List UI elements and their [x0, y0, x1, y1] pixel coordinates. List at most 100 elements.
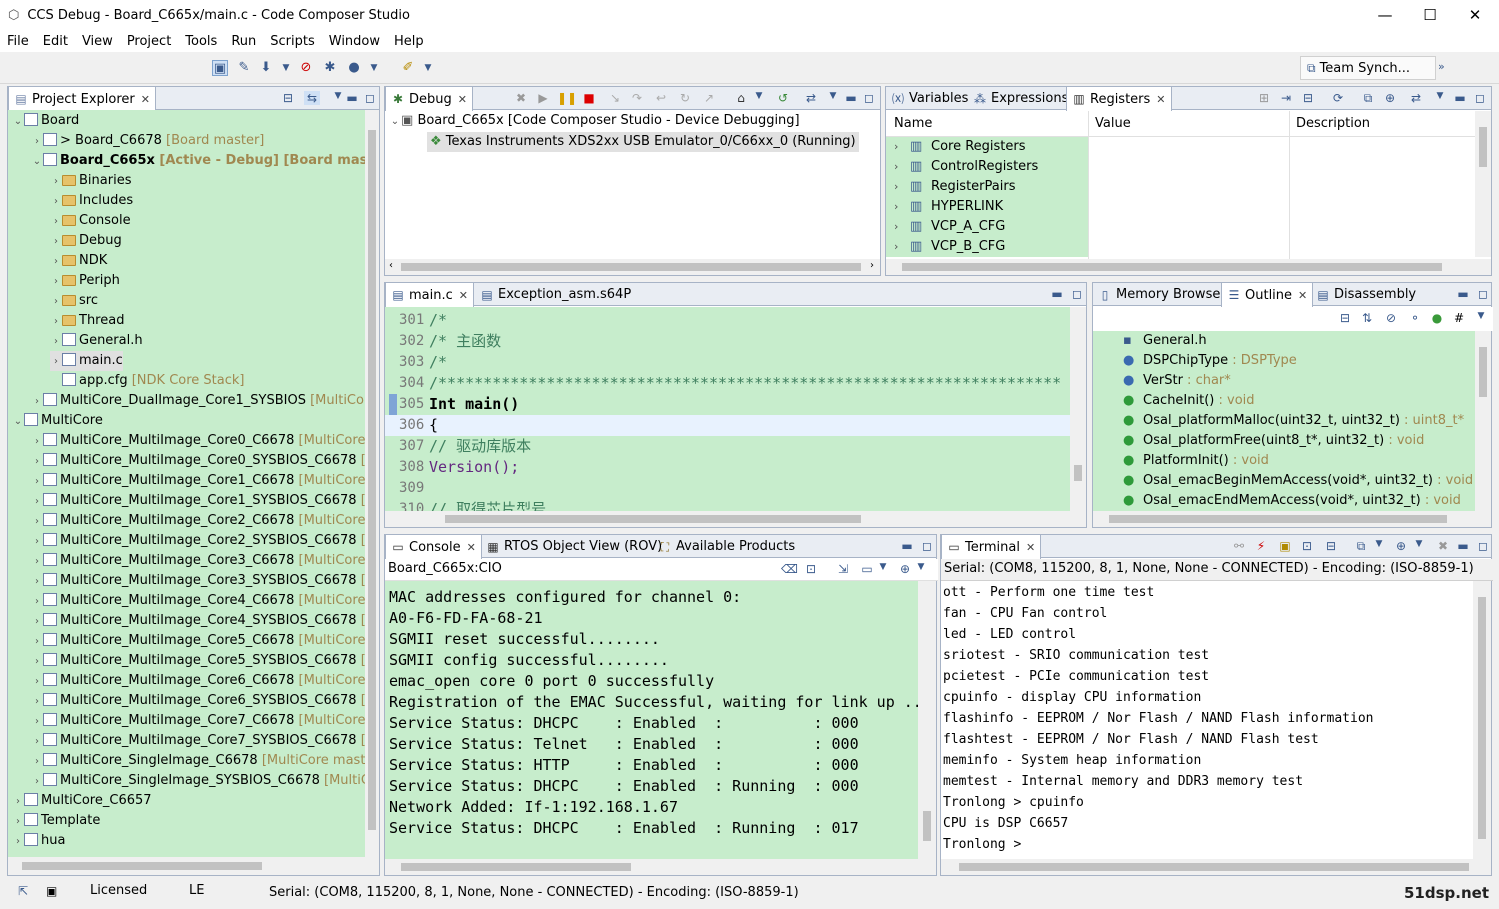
chevron-right-icon[interactable]: › — [50, 332, 62, 352]
chevron-right-icon[interactable]: › — [31, 512, 43, 532]
suspend-icon[interactable]: ❚❚ — [557, 91, 577, 105]
tab-rtos-object-view[interactable]: ▦ RTOS Object View (ROV) — [481, 535, 667, 558]
horizontal-scrollbar[interactable] — [385, 859, 936, 875]
menu-run[interactable]: Run — [224, 34, 263, 49]
tree-item[interactable]: › MultiCore_DualImage_Core1_SYSBIOS [Mult… — [31, 391, 365, 411]
dropdown-icon[interactable]: ▼ — [278, 60, 294, 76]
minimize-view-icon[interactable]: ▬ — [1049, 287, 1065, 301]
tree-item[interactable]: › Binaries — [50, 171, 131, 191]
tree-item[interactable]: › MultiCore_MultiImage_Core5_C6678 [Multi… — [31, 631, 365, 651]
tree-item[interactable]: › main.c — [50, 351, 123, 371]
tree-item[interactable]: › MultiCore_C6657 — [12, 791, 152, 811]
tab-exception-asm[interactable]: ▤ Exception_asm.s64P — [475, 283, 636, 306]
maximize-view-icon[interactable]: ◻ — [1472, 91, 1488, 105]
chevron-right-icon[interactable]: › — [31, 752, 43, 772]
chevron-right-icon[interactable]: › — [50, 212, 62, 232]
new-terminal-icon[interactable]: ⧉ — [1353, 539, 1369, 554]
vertical-scrollbar[interactable] — [365, 110, 379, 857]
dropdown-icon-2[interactable]: ▼ — [1411, 539, 1427, 549]
connect-terminal-icon[interactable]: ⚡ — [1253, 539, 1269, 553]
collapse-all-icon[interactable]: ⊟ — [1300, 91, 1316, 105]
tree-item[interactable]: › MultiCore_MultiImage_Core5_SYSBIOS_C667… — [31, 651, 365, 671]
register-group-row[interactable]: › ▥ HYPERLINK — [886, 197, 1476, 217]
tree-item[interactable]: › Console — [50, 211, 131, 231]
chevron-right-icon[interactable]: › — [31, 672, 43, 692]
tree-item[interactable]: › > Board_C6678 [Board master] — [31, 131, 264, 151]
tree-item[interactable]: › MultiCore_SingleImage_SYSBIOS_C6678 [Mu… — [31, 771, 365, 791]
chevron-right-icon[interactable]: › — [50, 272, 62, 292]
debug-perspective-icon[interactable]: ▣ — [212, 60, 228, 76]
tree-item[interactable]: › MultiCore_SingleImage_C6678 [MultiCore … — [31, 751, 365, 771]
close-button[interactable]: ✕ — [1452, 0, 1498, 30]
tab-project-explorer[interactable]: ▤ Project Explorer ✕ — [8, 87, 156, 111]
menu-project[interactable]: Project — [120, 34, 178, 49]
tree-item[interactable]: › src — [50, 291, 98, 311]
skip-breakpoints-icon[interactable]: ⊘ — [298, 60, 314, 76]
step-over-icon[interactable]: ↷ — [629, 91, 645, 105]
tree-item[interactable]: › NDK — [50, 251, 107, 271]
horizontal-scrollbar[interactable] — [886, 259, 1491, 275]
vertical-scrollbar[interactable] — [918, 581, 936, 859]
chevron-right-icon[interactable]: › — [50, 172, 62, 192]
minimize-view-icon[interactable]: ▬ — [1455, 287, 1471, 301]
vertical-scrollbar[interactable] — [1475, 111, 1491, 257]
minimize-button[interactable]: — — [1362, 0, 1408, 30]
resume-icon[interactable]: ▶ — [535, 91, 551, 105]
chevron-right-icon[interactable]: › — [12, 812, 24, 832]
minimize-view-icon[interactable]: ▬ — [843, 91, 859, 105]
pin-console-icon[interactable]: ⇲ — [835, 562, 851, 576]
tab-outline[interactable]: ☰ Outline ✕ — [1221, 283, 1314, 307]
chevron-right-icon[interactable]: › — [31, 472, 43, 492]
tab-expressions[interactable]: ⁂ Expressions — [968, 87, 1073, 110]
column-name[interactable]: Name — [894, 116, 932, 131]
tree-item[interactable]: › MultiCore_MultiImage_Core3_C6678 [Multi… — [31, 551, 365, 571]
outline-item[interactable]: ● Osal_platformMalloc(uint32_t, uint32_t)… — [1123, 411, 1464, 431]
tab-variables[interactable]: ⒳ Variables — [886, 87, 973, 110]
vertical-scrollbar[interactable] — [1473, 581, 1491, 859]
tree-item[interactable]: › MultiCore_MultiImage_Core3_SYSBIOS_C667… — [31, 571, 365, 591]
view-menu-icon[interactable]: ▼ — [1473, 311, 1489, 321]
close-tab-icon[interactable]: ✕ — [141, 93, 150, 106]
tab-disassembly[interactable]: ▤ Disassembly — [1311, 283, 1421, 306]
tab-debug[interactable]: ✱ Debug ✕ — [385, 87, 473, 111]
tree-item[interactable]: ⌄ MultiCore — [12, 411, 103, 431]
column-description[interactable]: Description — [1296, 116, 1370, 131]
tree-item[interactable]: › MultiCore_MultiImage_Core1_SYSBIOS_C667… — [31, 491, 365, 511]
minimize-view-icon[interactable]: ▬ — [899, 539, 915, 553]
chevron-right-icon[interactable]: › — [50, 192, 62, 212]
scroll-lock-icon[interactable]: ⊡ — [803, 562, 819, 576]
chevron-right-icon[interactable]: › — [31, 712, 43, 732]
tree-item[interactable]: › MultiCore_MultiImage_Core1_C6678 [Multi… — [31, 471, 365, 491]
horizontal-scrollbar[interactable] — [8, 857, 379, 875]
tab-available-products[interactable]: ⛶ Available Products — [653, 535, 800, 558]
remove-terminal-icon[interactable]: ✖ — [1435, 539, 1451, 553]
chevron-right-icon[interactable]: › — [894, 197, 898, 217]
layout-icon[interactable]: ⇥ — [1278, 91, 1294, 105]
close-tab-icon[interactable]: ✕ — [458, 93, 467, 106]
step-return-icon[interactable]: ↩ — [653, 91, 669, 105]
chevron-right-icon[interactable]: › — [894, 217, 898, 237]
sync-icon[interactable]: ⇄ — [803, 91, 819, 105]
tree-item[interactable]: › MultiCore_MultiImage_Core7_SYSBIOS_C667… — [31, 731, 365, 751]
chevron-right-icon[interactable]: › — [31, 612, 43, 632]
outline-item[interactable]: ● DSPChipType : DSPType — [1123, 351, 1297, 371]
more-perspectives-icon[interactable]: » — [1438, 60, 1445, 73]
register-group-row[interactable]: › ▥ RegisterPairs — [886, 177, 1476, 197]
tab-memory-browser[interactable]: ▯ Memory Browser — [1093, 283, 1231, 306]
link-editor-icon[interactable]: ⇆ — [304, 91, 320, 105]
run-icon[interactable]: ● — [346, 60, 362, 76]
sync-icon[interactable]: ⇄ — [1408, 91, 1424, 105]
clear-console-icon[interactable]: ⌫ — [781, 562, 798, 576]
horizontal-scrollbar[interactable] — [941, 859, 1491, 875]
display-console-icon[interactable]: ▭ — [859, 562, 875, 576]
outline-item[interactable]: ● CacheInit() : void — [1123, 391, 1255, 411]
code-area[interactable]: 301/* 302/* 主函数 303/* 304/*****************… — [385, 307, 1071, 511]
tree-item[interactable]: › MultiCore_MultiImage_Core6_SYSBIOS_C667… — [31, 691, 365, 711]
tree-item[interactable]: › MultiCore_MultiImage_Core2_C6678 [Multi… — [31, 511, 365, 531]
load-program-icon[interactable]: ⬇ — [258, 60, 274, 76]
minimize-view-icon[interactable]: ▬ — [344, 91, 360, 105]
chevron-right-icon[interactable]: › — [31, 392, 43, 412]
register-group-row[interactable]: › ▥ VCP_B_CFG — [886, 237, 1476, 257]
menu-window[interactable]: Window — [322, 34, 387, 49]
maximize-view-icon[interactable]: ◻ — [919, 539, 935, 553]
